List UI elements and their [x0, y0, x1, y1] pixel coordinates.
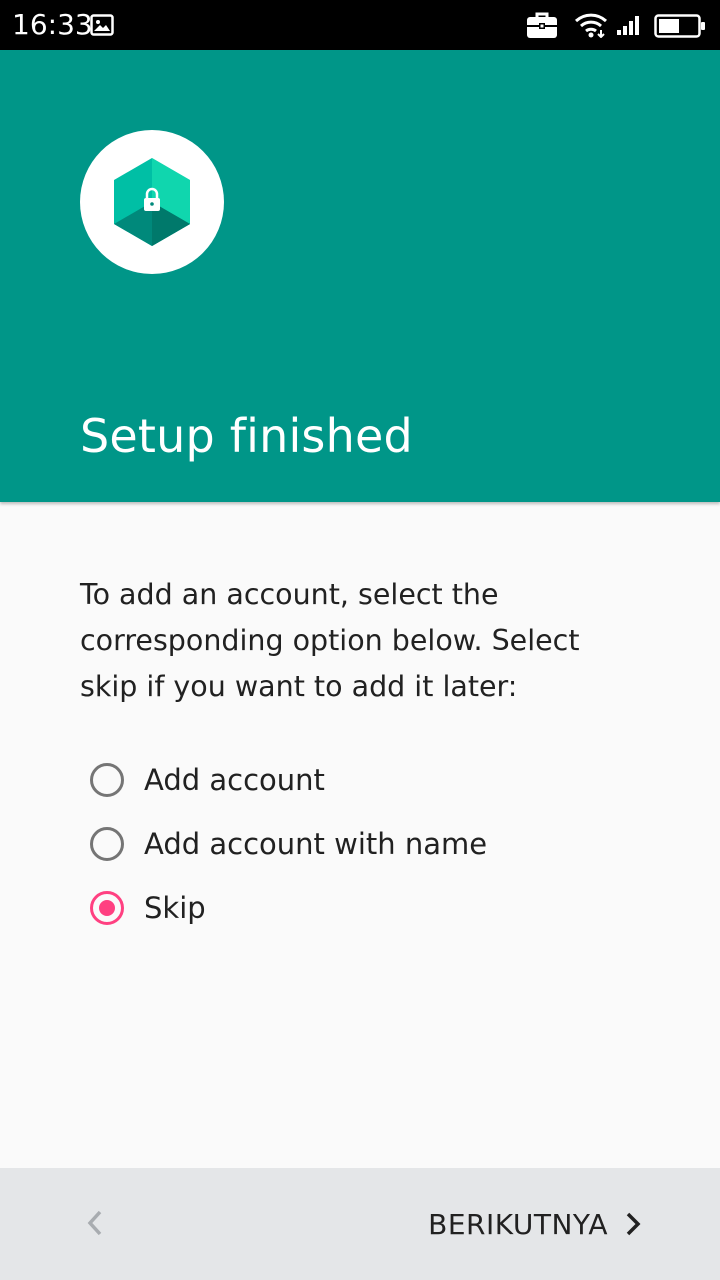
radio-button[interactable] — [90, 763, 124, 797]
page-title: Setup finished — [80, 409, 413, 463]
status-time: 16:33 — [12, 8, 93, 41]
app-logo — [80, 130, 224, 274]
bottom-nav-bar: BERIKUTNYA — [0, 1168, 720, 1280]
radio-dot — [99, 900, 115, 916]
status-bar: 16:33 — [0, 0, 720, 50]
battery-icon — [654, 14, 706, 42]
next-button-label: BERIKUTNYA — [428, 1207, 608, 1241]
option-label: Add account — [144, 763, 325, 797]
image-icon — [90, 14, 114, 40]
option-add-account-with-name[interactable]: Add account with name — [90, 812, 487, 876]
option-label: Add account with name — [144, 827, 488, 861]
account-options: Add account Add account with name Skip — [90, 748, 487, 940]
radio-button[interactable] — [90, 827, 124, 861]
lock-hexagon-icon — [114, 158, 190, 246]
radio-button-selected[interactable] — [90, 891, 124, 925]
option-skip[interactable]: Skip — [90, 876, 487, 940]
signal-icon — [616, 14, 642, 40]
next-button[interactable]: BERIKUTNYA — [428, 1196, 644, 1252]
option-add-account[interactable]: Add account — [90, 748, 487, 812]
chevron-right-icon — [626, 1212, 641, 1236]
back-button[interactable] — [70, 1198, 120, 1248]
header: Setup finished — [0, 50, 720, 502]
briefcase-icon — [526, 11, 558, 43]
instructions-text: To add an account, select the correspond… — [80, 578, 580, 703]
chevron-left-icon — [87, 1210, 102, 1236]
wifi-icon — [574, 12, 608, 42]
option-label: Skip — [144, 891, 206, 925]
